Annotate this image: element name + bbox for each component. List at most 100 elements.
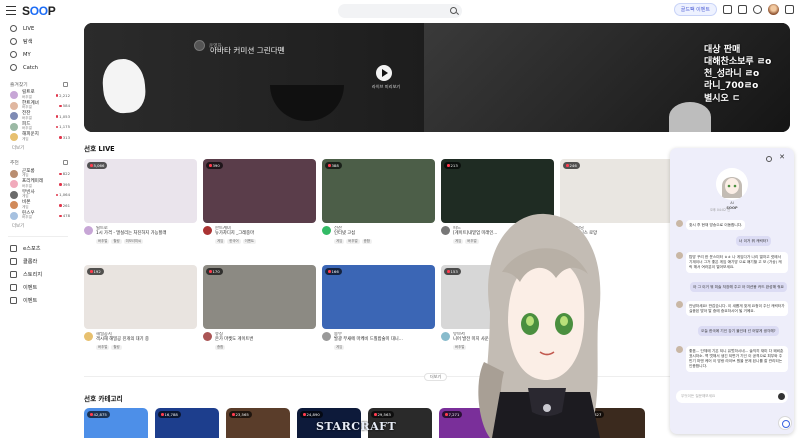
tag[interactable]: 버추얼 bbox=[453, 344, 467, 350]
streamer-item[interactable]: 프리케미레 버추얼 395 bbox=[0, 179, 76, 190]
tag[interactable]: 종합 bbox=[361, 238, 372, 244]
streamer-item[interactable]: 전잔 버추얼 1,053 bbox=[0, 111, 76, 122]
avatar[interactable] bbox=[322, 226, 331, 235]
avatar[interactable] bbox=[441, 226, 450, 235]
streamer-item[interactable]: 무빈사 게임 1,064 bbox=[0, 190, 76, 201]
tag[interactable]: 종합 bbox=[215, 344, 226, 350]
streamer-item[interactable]: 피드 버추얼 1,175 bbox=[0, 122, 76, 133]
live-thumbnail[interactable]: 388 bbox=[322, 159, 435, 223]
sidebar-bottom-item[interactable]: 클롭라 bbox=[0, 255, 76, 268]
stream-title[interactable]: 온가 마켓도 게이트번 bbox=[215, 337, 253, 342]
streamer-item[interactable]: 린스우 버추얼 478 bbox=[0, 211, 76, 222]
live-card[interactable]: 192 해밀공지 객시해 해밀공 진개의 대기 중 버추얼 힐링 bbox=[84, 265, 197, 350]
avatar bbox=[10, 190, 18, 199]
chat-message-user: 오늘 한국에 기인 강기 불인데 넌 어떻게 생각해? bbox=[698, 326, 788, 337]
tag[interactable]: 한국어 bbox=[227, 238, 241, 244]
avatar[interactable] bbox=[84, 226, 93, 235]
quick-event-button[interactable]: 골드팩 이벤트 bbox=[673, 3, 717, 16]
settings-icon[interactable] bbox=[766, 156, 772, 162]
tag[interactable]: 버추얼 bbox=[346, 238, 360, 244]
streamer-item[interactable]: 릴트로 버추얼 2,212 bbox=[0, 90, 76, 101]
chat-message-bot: 찾시 후 현재 방송으로 이동합니다. bbox=[676, 220, 786, 231]
menu-icon[interactable] bbox=[6, 6, 16, 15]
live-more-button[interactable]: 더보기 bbox=[424, 373, 448, 381]
search-icon[interactable] bbox=[450, 7, 457, 14]
search-input[interactable] bbox=[338, 4, 462, 18]
viewer-count: 822 bbox=[59, 171, 70, 176]
sidebar-item-label: 스토리지 bbox=[23, 272, 43, 278]
sidebar-item-탐색[interactable]: 탐색 bbox=[0, 35, 76, 48]
avatar[interactable] bbox=[322, 332, 331, 341]
live-thumbnail[interactable]: 192 bbox=[84, 265, 197, 329]
live-thumbnail[interactable]: 170 bbox=[203, 265, 316, 329]
stream-title[interactable]: 1시 가격 - 멀실리는 처진하지 가능할래 bbox=[96, 231, 166, 236]
profile-avatar[interactable] bbox=[768, 4, 779, 15]
chat-bot-avatar bbox=[716, 168, 748, 200]
viewer-badge: 246 bbox=[563, 162, 580, 169]
sidebar-bottom-item[interactable]: 스토리지 bbox=[0, 268, 76, 281]
following-header: 즐겨찾기 bbox=[0, 78, 76, 90]
stream-title[interactable]: 뉴가챠디지 _그레중마 bbox=[215, 231, 256, 236]
live-card[interactable]: 166 봉무 발광 무새에 마케비 드칠밥술미 대니... 게임 bbox=[322, 265, 435, 350]
refresh-icon[interactable] bbox=[63, 160, 68, 165]
live-card[interactable]: 388 전잔 인터넷 고섭 게임 버추얼 종합 bbox=[322, 159, 435, 244]
bell-icon[interactable] bbox=[753, 5, 762, 14]
hero-banner[interactable]: 운영자 아바타 커미션 그린다뗸 대상 판매 대해찬소보루 ㄹo 천_성라니 ㄹ… bbox=[84, 23, 790, 132]
live-thumbnail[interactable]: 166 bbox=[322, 265, 435, 329]
sidebar-bottom-item[interactable]: e스포츠 bbox=[0, 242, 76, 255]
play-icon[interactable] bbox=[376, 65, 392, 81]
tag[interactable]: 버추얼 bbox=[96, 238, 110, 244]
inbox-icon[interactable] bbox=[738, 5, 747, 14]
edit-icon[interactable] bbox=[63, 81, 68, 87]
sidebar-item-label: Catch bbox=[23, 64, 38, 71]
tag[interactable]: 게임 bbox=[215, 238, 226, 244]
close-icon[interactable]: ✕ bbox=[779, 154, 785, 161]
sidebar-bottom-item[interactable]: 이벤트 bbox=[0, 294, 76, 307]
stream-title[interactable]: 인터넷 고섭 bbox=[334, 231, 372, 236]
streamer-item[interactable]: 비몬 게임 261 bbox=[0, 200, 76, 211]
avatar[interactable] bbox=[203, 226, 212, 235]
category-card[interactable]: 23,565 bbox=[226, 408, 290, 438]
tag[interactable]: 힐링 bbox=[111, 238, 122, 244]
chat-input[interactable]: 무엇이든 질문해보세요 bbox=[676, 390, 788, 403]
sidebar-bottom-item[interactable]: 이벤트 bbox=[0, 281, 76, 294]
tag[interactable]: 게임 bbox=[334, 238, 345, 244]
streamer-category: 게임 bbox=[22, 204, 29, 209]
avatar[interactable] bbox=[203, 332, 212, 341]
chat-toggle-button[interactable] bbox=[778, 416, 792, 430]
grid-icon[interactable] bbox=[785, 5, 794, 14]
recommend-more-button[interactable]: 더보기 bbox=[0, 221, 76, 231]
live-card[interactable]: 5,066 릴트로 1시 가격 - 멀실리는 처진하지 가능할래 버추얼 힐링 미모녀미씨 bbox=[84, 159, 197, 244]
category-card[interactable]: 16,788 bbox=[155, 408, 219, 438]
broadcast-icon[interactable] bbox=[723, 5, 732, 14]
storage-icon bbox=[10, 271, 17, 278]
avatar[interactable] bbox=[84, 332, 93, 341]
following-more-button[interactable]: 더보기 bbox=[0, 143, 76, 153]
sidebar-item-live[interactable]: LIVE bbox=[0, 22, 76, 35]
tag[interactable]: 이벤트 bbox=[242, 238, 256, 244]
send-icon[interactable] bbox=[778, 393, 785, 400]
live-card[interactable]: 390 한트계녀 뉴가챠디지 _그레중마 게임 한국어 이벤트 bbox=[203, 159, 316, 244]
stream-title[interactable]: 객시해 해밀공 진개의 대기 중 bbox=[96, 337, 149, 342]
streamer-item[interactable]: 곤포롱 게임 822 bbox=[0, 169, 76, 180]
tag[interactable]: 게임 bbox=[334, 344, 345, 350]
live-thumbnail[interactable]: 390 bbox=[203, 159, 316, 223]
avatar[interactable] bbox=[441, 332, 450, 341]
sidebar-item-catch[interactable]: Catch bbox=[0, 61, 76, 74]
tag[interactable]: 게임 bbox=[453, 238, 464, 244]
live-thumbnail[interactable]: 5,066 bbox=[84, 159, 197, 223]
sidebar-item-my[interactable]: MY bbox=[0, 48, 76, 61]
logo[interactable]: SOOP bbox=[22, 4, 56, 18]
live-card[interactable]: 170 유칭 온가 마켓도 게이트번 종합 bbox=[203, 265, 316, 350]
stream-title[interactable]: 발광 무새에 마케비 드칠밥술미 대니... bbox=[334, 337, 403, 342]
viewer-badge: 192 bbox=[87, 268, 104, 275]
tag[interactable]: 미모녀미씨 bbox=[123, 238, 144, 244]
card-info: 유칭 온가 마켓도 게이트번 종합 bbox=[203, 332, 316, 350]
category-card[interactable]: 42,875 bbox=[84, 408, 148, 438]
streamer-item[interactable]: 한트계녀 버추얼 584 bbox=[0, 101, 76, 112]
tag[interactable]: 버추얼 bbox=[96, 344, 110, 350]
streamer-item[interactable]: 해피운지 게임 313 bbox=[0, 132, 76, 143]
recommend-header: 추천 bbox=[0, 157, 76, 169]
tag[interactable]: 힐링 bbox=[111, 344, 122, 350]
viewer-badge: 388 bbox=[325, 162, 342, 169]
